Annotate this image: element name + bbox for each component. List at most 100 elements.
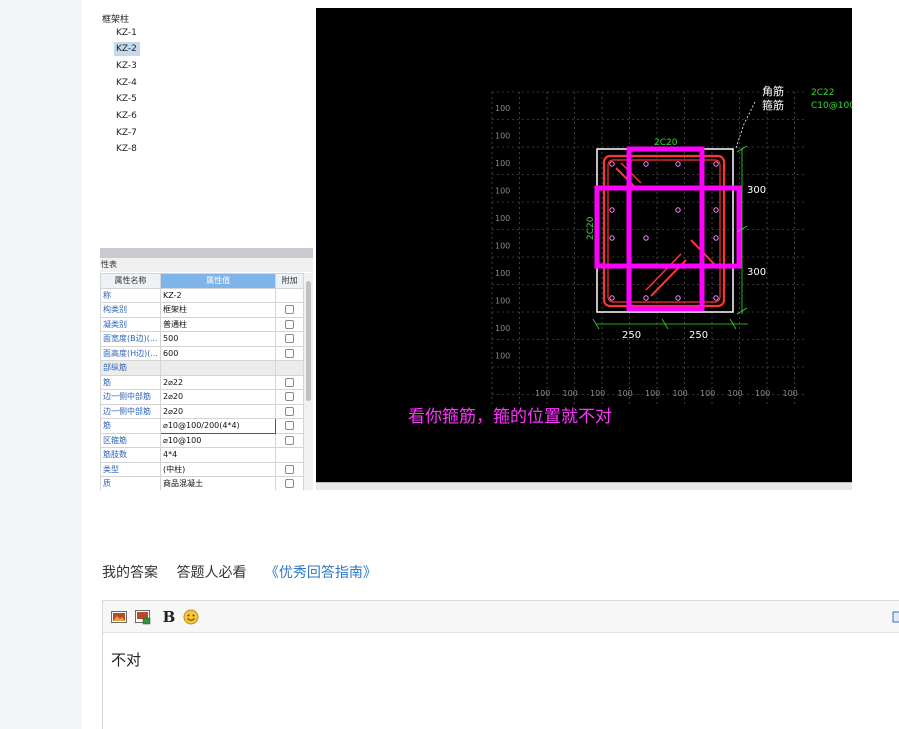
component-tree: 框架柱 KZ-1 KZ-2 KZ-3 KZ-4 KZ-5 KZ-6 KZ-7 K… xyxy=(100,0,313,248)
prop-value: 2⌀20 xyxy=(160,403,277,419)
prop-value xyxy=(160,360,277,376)
highlighted-stirrup-horizontal xyxy=(594,185,742,269)
table-row: 构类别 框架柱 xyxy=(100,302,304,318)
properties-panel: 性表 属性名称 属性值 附加 称 KZ-2 构类别 框架柱 凝类别 普通柱 面宽度(B… xyxy=(100,248,313,490)
prop-value: 2⌀22 xyxy=(160,374,277,390)
extra-checkbox xyxy=(285,464,295,474)
prop-name: 筋肢数 xyxy=(100,447,162,463)
insert-gallery-icon[interactable] xyxy=(135,609,151,625)
prop-value: ⌀10@100 xyxy=(160,432,277,448)
table-row: 部纵筋 xyxy=(100,360,304,376)
prop-name: 称 xyxy=(100,287,162,303)
answer-header: 我的答案 答题人必看 《优秀回答指南》 xyxy=(102,562,377,582)
extra-checkbox xyxy=(285,421,295,431)
grid-label: 100 xyxy=(495,352,510,361)
answer-guide-link[interactable]: 《优秀回答指南》 xyxy=(265,565,377,581)
extra-checkbox xyxy=(285,319,295,329)
extra-checkbox xyxy=(285,334,295,344)
panel-divider xyxy=(100,248,313,258)
rebar-point xyxy=(609,207,615,213)
grid-label: 100 xyxy=(495,269,510,278)
grid-label: 100 xyxy=(495,187,510,196)
table-row: 面宽度(B边)(... 500 xyxy=(100,331,304,347)
table-row: 区箍筋 ⌀10@100 xyxy=(100,432,304,448)
prop-value: 4*4 xyxy=(160,447,277,463)
prop-group: 部纵筋 xyxy=(100,360,162,376)
side-bars-label: 2C20 xyxy=(586,216,596,240)
grid-label: 100 xyxy=(783,389,798,398)
prop-value: 普通柱 xyxy=(160,316,277,332)
corner-bar-spec: 2C22 xyxy=(811,88,834,98)
prop-name: 筋 xyxy=(100,418,162,434)
insert-image-icon[interactable] xyxy=(111,609,127,625)
extra-checkbox xyxy=(285,377,295,387)
grid-label: 100 xyxy=(495,297,510,306)
grid-label: 100 xyxy=(645,389,660,398)
properties-header: 性表 xyxy=(100,258,313,272)
grid-label: 100 xyxy=(535,389,550,398)
rebar-point xyxy=(643,295,649,301)
table-row: 称 KZ-2 xyxy=(100,287,304,303)
grid-label: 100 xyxy=(700,389,715,398)
prop-name: 筋 xyxy=(100,374,162,390)
answer-text[interactable]: 不对 xyxy=(111,649,141,670)
extra-checkbox xyxy=(285,305,295,315)
prop-name: 区箍筋 xyxy=(100,432,162,448)
top-bars-label: 2C20 xyxy=(654,138,678,148)
grid-label: 100 xyxy=(495,159,510,168)
leader-line xyxy=(735,99,757,149)
table-row: 面高度(H边)(... 600 xyxy=(100,345,304,361)
dim-right-lower: 300 xyxy=(747,267,766,278)
main-content: 框架柱 KZ-1 KZ-2 KZ-3 KZ-4 KZ-5 KZ-6 KZ-7 K… xyxy=(82,0,899,729)
rebar-point xyxy=(643,235,649,241)
prop-name: 凝类别 xyxy=(100,316,162,332)
prop-value: (中柱) xyxy=(160,461,277,477)
prop-name: 类型 xyxy=(100,461,162,477)
extra-checkbox xyxy=(285,435,295,445)
dim-right-upper: 300 xyxy=(747,185,766,196)
grid-label: 100 xyxy=(563,389,578,398)
extra-checkbox xyxy=(285,348,295,358)
prop-name: 边一侧中部筋 xyxy=(100,389,162,405)
dashed-grid xyxy=(491,91,804,406)
rebar-point xyxy=(609,161,615,167)
col-header-name: 属性名称 xyxy=(100,273,162,289)
dim-bottom-left: 250 xyxy=(622,330,641,341)
grid-label: 100 xyxy=(673,389,688,398)
left-gutter xyxy=(0,0,82,729)
grid-label: 100 xyxy=(495,324,510,333)
rebar-point xyxy=(675,161,681,167)
column-outline xyxy=(596,148,734,313)
extra-checkbox xyxy=(285,479,295,489)
cad-drawing: 100 100 100 100 100 100 100 100 100 100 100 100 100 1… xyxy=(316,8,852,482)
prop-value: KZ-2 xyxy=(160,287,277,303)
grid-label: 100 xyxy=(755,389,770,398)
prop-value: 2⌀20 xyxy=(160,389,277,405)
more-tools-icon[interactable] xyxy=(892,609,899,625)
prop-name: 面高度(H边)(... xyxy=(100,345,162,361)
prop-name: 面宽度(B边)(... xyxy=(100,331,162,347)
prop-value-editing: ⌀10@100/200(4*4) xyxy=(160,418,277,434)
table-row: 边一侧中部筋 2⌀20 xyxy=(100,389,304,405)
stirrup-label: 箍筋 xyxy=(762,98,784,112)
tree-item: KZ-8 xyxy=(116,144,137,154)
tree-item: KZ-5 xyxy=(116,94,137,104)
cad-status-bar xyxy=(316,482,852,490)
col-header-value: 属性值 xyxy=(160,273,277,289)
table-row: 凝类别 普通柱 xyxy=(100,316,304,332)
answer-editor: B 不对 xyxy=(102,600,899,729)
editor-toolbar: B xyxy=(103,601,899,633)
tree-item: KZ-4 xyxy=(116,78,137,88)
question-screenshot: 框架柱 KZ-1 KZ-2 KZ-3 KZ-4 KZ-5 KZ-6 KZ-7 K… xyxy=(100,0,852,490)
col-header-extra: 附加 xyxy=(275,273,304,289)
tree-item: KZ-7 xyxy=(116,128,137,138)
bold-button[interactable]: B xyxy=(161,609,177,625)
highlighted-stirrup-vertical xyxy=(626,146,705,312)
prop-name: 构类别 xyxy=(100,302,162,318)
prop-value: 600 xyxy=(160,345,277,361)
prop-value: 500 xyxy=(160,331,277,347)
rebar-point xyxy=(609,235,615,241)
grid-label: 100 xyxy=(495,242,510,251)
emoji-icon[interactable] xyxy=(183,609,199,625)
table-row: 筋 ⌀10@100/200(4*4) xyxy=(100,418,304,434)
